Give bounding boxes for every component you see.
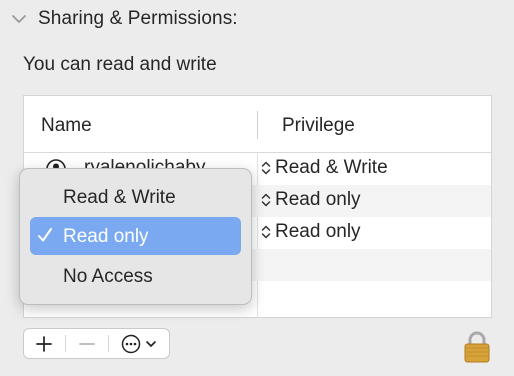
section-title: Sharing & Permissions:	[38, 8, 238, 29]
privilege-menu: Read & Write Read only No Access	[19, 168, 252, 305]
disclosure-chevron-icon[interactable]	[10, 10, 28, 28]
add-button[interactable]	[24, 329, 64, 358]
menu-item-read-write[interactable]: Read & Write	[30, 178, 241, 216]
minus-icon	[78, 342, 95, 345]
action-menu-button[interactable]	[109, 329, 169, 358]
column-header-privilege[interactable]: Privilege	[282, 115, 355, 137]
ellipsis-circle-icon	[121, 334, 141, 353]
privilege-popup[interactable]: Read only	[260, 221, 361, 243]
chevron-down-icon	[146, 340, 156, 347]
up-down-arrows-icon	[261, 225, 271, 239]
column-divider	[257, 111, 258, 139]
column-header-name[interactable]: Name	[41, 115, 92, 137]
sharing-permissions-header[interactable]: Sharing & Permissions:	[10, 8, 238, 30]
privilege-value: Read only	[275, 221, 361, 242]
menu-item-no-access[interactable]: No Access	[30, 257, 241, 295]
remove-button[interactable]	[66, 329, 107, 358]
menu-item-read-only[interactable]: Read only	[30, 217, 241, 255]
table-header: Name Privilege	[24, 96, 491, 153]
up-down-arrows-icon	[261, 193, 271, 207]
checkmark-icon	[38, 228, 52, 242]
privilege-popup[interactable]: Read only	[260, 189, 361, 211]
privilege-popup[interactable]: Read & Write	[260, 157, 388, 179]
lock-icon[interactable]	[462, 331, 492, 363]
access-summary: You can read and write	[23, 54, 217, 75]
up-down-arrows-icon	[261, 161, 271, 175]
privilege-value: Read only	[275, 189, 361, 210]
privilege-value: Read & Write	[275, 157, 388, 178]
plus-icon	[36, 335, 52, 352]
table-toolbar	[23, 328, 170, 359]
